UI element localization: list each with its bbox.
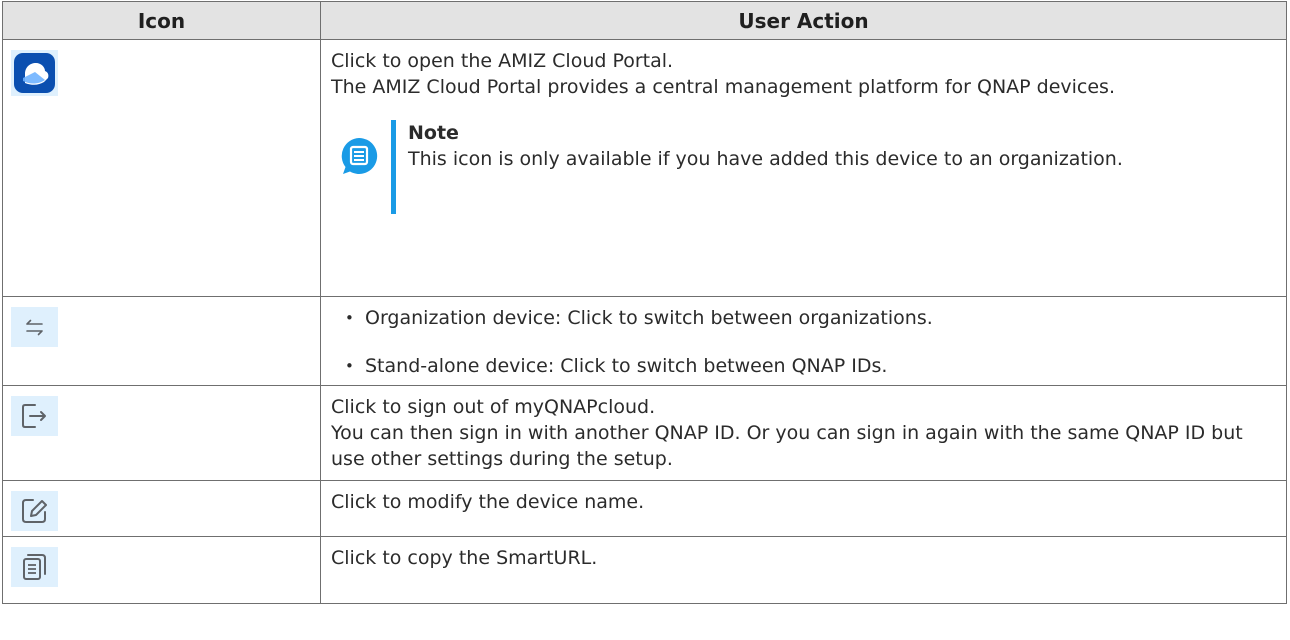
note-callout: Note This icon is only available if you … xyxy=(339,120,1276,214)
action-description: You can then sign in with another QNAP I… xyxy=(331,422,1243,470)
column-header-icon: Icon xyxy=(2,1,321,40)
copy-icon xyxy=(11,547,58,587)
icon-cell xyxy=(2,39,321,297)
bullet-list: Organization device: Click to switch bet… xyxy=(331,305,1276,379)
icon-cell xyxy=(2,296,321,386)
action-cell: Click to sign out of myQNAPcloud. You ca… xyxy=(320,385,1287,481)
note-text: This icon is only available if you have … xyxy=(408,148,1123,170)
icon-cell xyxy=(2,536,321,604)
action-cell: Click to open the AMIZ Cloud Portal. The… xyxy=(320,39,1287,297)
note-accent-bar xyxy=(391,120,396,214)
amiz-cloud-icon xyxy=(11,50,58,96)
icon-cell xyxy=(2,385,321,481)
action-text: Click to open the AMIZ Cloud Portal. xyxy=(331,50,674,72)
list-item: Organization device: Click to switch bet… xyxy=(339,305,1276,331)
list-item: Stand-alone device: Click to switch betw… xyxy=(339,353,1276,379)
action-cell: Click to modify the device name. xyxy=(320,480,1287,537)
table-row: Click to sign out of myQNAPcloud. You ca… xyxy=(2,385,1287,481)
table-row: Organization device: Click to switch bet… xyxy=(2,296,1287,386)
action-cell: Click to copy the SmartURL. xyxy=(320,536,1287,604)
action-text: Click to modify the device name. xyxy=(331,491,645,513)
action-text: Click to sign out of myQNAPcloud. xyxy=(331,396,656,418)
edit-icon xyxy=(11,491,58,531)
note-icon xyxy=(341,137,378,174)
icon-action-table: Icon User Action Click to open the AMIZ … xyxy=(2,1,1287,604)
switch-arrows-icon xyxy=(11,307,58,347)
table-header-row: Icon User Action xyxy=(2,1,1287,40)
table-row: Click to copy the SmartURL. xyxy=(2,536,1287,604)
column-header-user-action: User Action xyxy=(320,1,1287,40)
table-row: Click to modify the device name. xyxy=(2,480,1287,537)
icon-cell xyxy=(2,480,321,537)
action-cell: Organization device: Click to switch bet… xyxy=(320,296,1287,386)
sign-out-icon xyxy=(11,396,58,436)
note-title: Note xyxy=(408,122,459,144)
note-body: Note This icon is only available if you … xyxy=(408,120,1123,172)
action-text: Click to copy the SmartURL. xyxy=(331,547,598,569)
action-description: The AMIZ Cloud Portal provides a central… xyxy=(331,76,1116,98)
table-row: Click to open the AMIZ Cloud Portal. The… xyxy=(2,39,1287,297)
